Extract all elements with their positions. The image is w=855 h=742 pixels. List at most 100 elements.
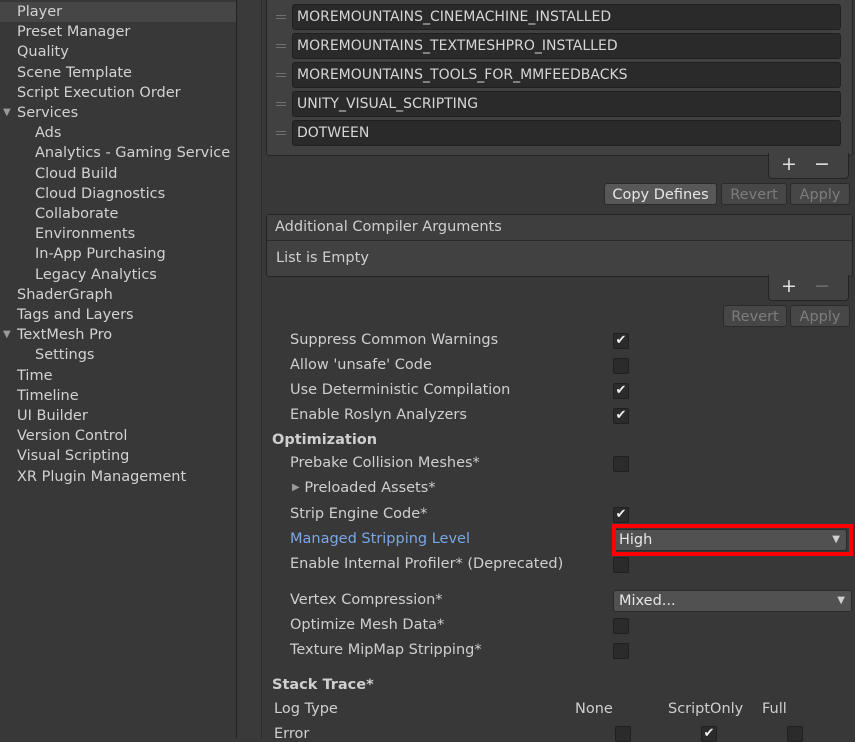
error-scriptonly-radio[interactable]: ✔ (701, 726, 717, 742)
foldout-arrow-icon[interactable]: ▼ (3, 325, 11, 345)
error-none-radio[interactable] (615, 726, 631, 742)
sidebar-item-label: UI Builder (17, 408, 88, 424)
sidebar-item[interactable]: Timeline (0, 386, 236, 406)
dropdown-arrow-icon: ▼ (837, 595, 845, 606)
sidebar-item-label: Quality (17, 44, 69, 61)
apply-defines-button[interactable]: Apply (790, 183, 850, 205)
allow-unsafe-label: Allow 'unsafe' Code (290, 357, 432, 373)
prebake-label: Prebake Collision Meshes* (290, 455, 480, 471)
sidebar-item-label: Preset Manager (17, 24, 131, 41)
define-list-footer: + − (768, 153, 849, 179)
preloaded-assets-foldout[interactable]: ▶ Preloaded Assets* (292, 480, 436, 496)
sidebar-item-label: ShaderGraph (17, 286, 113, 303)
strip-engine-label: Strip Engine Code* (290, 506, 428, 522)
define-symbol-row[interactable]: MOREMOUNTAINS_CINEMACHINE_INSTALLED (292, 4, 841, 30)
sidebar-item[interactable]: Tags and Layers (0, 305, 236, 325)
sidebar-item-label: Visual Scripting (17, 448, 130, 465)
sidebar-item-label: In-App Purchasing (35, 246, 166, 263)
error-row-label: Error (274, 726, 310, 742)
sidebar-item[interactable]: Settings (0, 345, 236, 365)
sidebar-item-label: TextMesh Pro (17, 327, 113, 344)
sidebar-splitter[interactable] (237, 0, 262, 738)
sidebar-item-label: Script Execution Order (17, 84, 181, 101)
suppress-warnings-checkbox[interactable]: ✔ (613, 333, 629, 349)
apply-arguments-button[interactable]: Apply (790, 305, 850, 327)
drag-handle-icon[interactable] (276, 71, 286, 79)
remove-define-button[interactable]: − (814, 153, 830, 175)
sidebar-item[interactable]: ▼ Services (0, 103, 236, 123)
sidebar-item[interactable]: ▼ TextMesh Pro (0, 325, 236, 345)
player-settings-panel: MOREMOUNTAINS_CINEMACHINE_INSTALLED MORE… (262, 0, 855, 742)
optimize-mesh-checkbox[interactable] (613, 618, 629, 634)
compiler-args-footer: + − (768, 275, 849, 301)
allow-unsafe-checkbox[interactable] (613, 358, 629, 374)
sidebar-item[interactable]: Environments (0, 224, 236, 244)
sidebar-item[interactable]: Quality (0, 42, 236, 62)
sidebar-item[interactable]: Analytics - Gaming Service (0, 143, 236, 163)
sidebar-item-label: Player (17, 4, 63, 20)
drag-handle-icon[interactable] (276, 13, 286, 21)
add-argument-button[interactable]: + (781, 275, 797, 297)
define-symbol-row[interactable]: DOTWEEN (292, 120, 841, 146)
revert-arguments-button[interactable]: Revert (723, 305, 787, 327)
deterministic-label: Use Deterministic Compilation (290, 382, 511, 398)
sidebar-item[interactable]: Cloud Diagnostics (0, 184, 236, 204)
sidebar-item-label: Scene Template (17, 64, 132, 81)
sidebar-item-label: XR Plugin Management (17, 468, 187, 485)
stack-trace-header: Stack Trace* (272, 677, 374, 693)
sidebar-item[interactable]: Player (0, 2, 236, 22)
optimization-header: Optimization (272, 432, 378, 448)
sidebar-item[interactable]: Legacy Analytics (0, 265, 236, 285)
copy-defines-button[interactable]: Copy Defines (604, 183, 717, 205)
roslyn-checkbox[interactable]: ✔ (613, 408, 629, 424)
sidebar-item[interactable]: Script Execution Order (0, 83, 236, 103)
sidebar-item[interactable]: ShaderGraph (0, 285, 236, 305)
vertex-compression-label: Vertex Compression* (290, 592, 443, 608)
sidebar-item[interactable]: XR Plugin Management (0, 467, 236, 487)
sidebar-item[interactable]: Visual Scripting (0, 446, 236, 466)
drag-handle-icon[interactable] (276, 100, 286, 108)
drag-handle-icon[interactable] (276, 129, 286, 137)
mipmap-stripping-label: Texture MipMap Stripping* (290, 642, 482, 658)
sidebar-item[interactable]: Preset Manager (0, 22, 236, 42)
sidebar-item[interactable]: Collaborate (0, 204, 236, 224)
define-symbol-row[interactable]: MOREMOUNTAINS_TEXTMESHPRO_INSTALLED (292, 33, 841, 59)
sidebar-item-label: Legacy Analytics (35, 266, 157, 283)
internal-profiler-checkbox[interactable] (613, 557, 629, 573)
sidebar-item[interactable]: In-App Purchasing (0, 244, 236, 264)
remove-argument-button[interactable]: − (814, 275, 830, 297)
sidebar-item-label: Tags and Layers (17, 307, 134, 323)
add-define-button[interactable]: + (781, 153, 797, 175)
sidebar-item-label: Cloud Diagnostics (35, 185, 166, 202)
sidebar-item-label: Version Control (17, 428, 128, 445)
sidebar-item-label: Cloud Build (35, 165, 118, 182)
sidebar-item[interactable]: UI Builder (0, 406, 236, 426)
mipmap-stripping-checkbox[interactable] (613, 643, 629, 659)
vertex-compression-dropdown[interactable]: Mixed... ▼ (613, 590, 852, 612)
prebake-checkbox[interactable] (613, 456, 629, 472)
sidebar-item-label: Timeline (17, 387, 79, 404)
sidebar-item-label: Analytics - Gaming Service (35, 145, 231, 162)
revert-defines-button[interactable]: Revert (721, 183, 787, 205)
preloaded-assets-label: Preloaded Assets* (304, 480, 436, 496)
sidebar-item[interactable]: Ads (0, 123, 236, 143)
sidebar-item[interactable]: Cloud Build (0, 164, 236, 184)
internal-profiler-label: Enable Internal Profiler* (Deprecated) (290, 556, 564, 572)
log-type-label: Log Type (274, 701, 338, 717)
column-none: None (575, 701, 613, 717)
error-full-radio[interactable] (787, 726, 803, 742)
sidebar-item[interactable]: Scene Template (0, 63, 236, 83)
drag-handle-icon[interactable] (276, 42, 286, 50)
sidebar-item[interactable]: Time (0, 366, 236, 386)
sidebar-item[interactable]: Version Control (0, 426, 236, 446)
foldout-arrow-icon: ▶ (292, 482, 300, 493)
define-symbol-row[interactable]: UNITY_VISUAL_SCRIPTING (292, 91, 841, 117)
define-symbol-row[interactable]: MOREMOUNTAINS_TOOLS_FOR_MMFEEDBACKS (292, 62, 841, 88)
deterministic-checkbox[interactable]: ✔ (613, 383, 629, 399)
list-empty-text: List is Empty (276, 250, 369, 266)
strip-engine-checkbox[interactable]: ✔ (613, 507, 629, 523)
managed-stripping-level-label: Managed Stripping Level (290, 531, 471, 547)
optimize-mesh-label: Optimize Mesh Data* (290, 617, 445, 633)
foldout-arrow-icon[interactable]: ▼ (3, 103, 11, 123)
sidebar-item-label: Time (17, 367, 53, 384)
